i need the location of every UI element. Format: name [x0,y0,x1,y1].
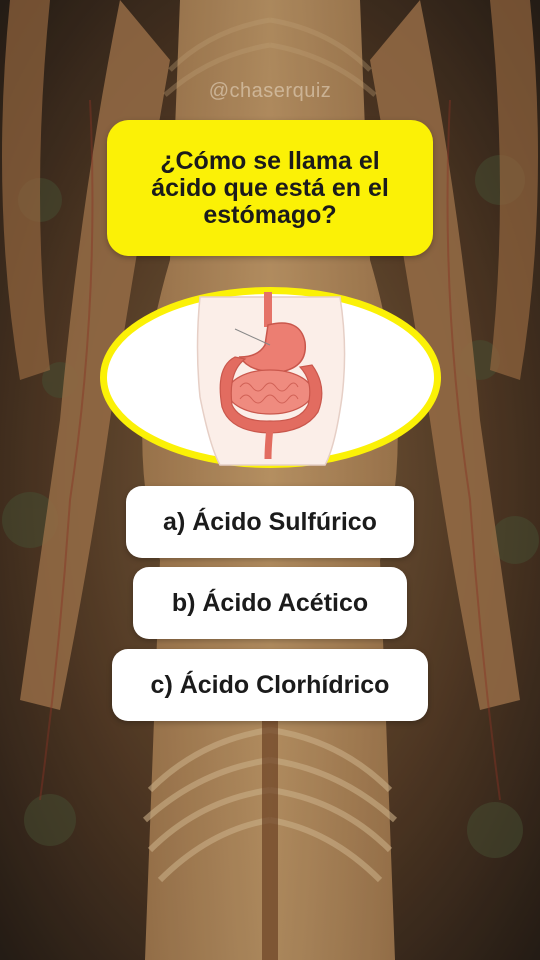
question-card: ¿Cómo se llama el ácido que está en el e… [107,120,433,256]
answer-option-c[interactable]: c) Ácido Clorhídrico [112,649,428,721]
answer-option-c-label: c) Ácido Clorhídrico [150,670,390,699]
stomach-illustration-icon [100,287,441,468]
answer-option-a[interactable]: a) Ácido Sulfúrico [126,486,414,558]
question-text: ¿Cómo se llama el ácido que está en el e… [151,146,389,229]
watermark-handle: @chaserquiz [208,80,332,102]
answer-option-b-label: b) Ácido Acético [171,588,369,617]
answer-option-a-label: a) Ácido Sulfúrico [163,507,377,536]
answer-option-b[interactable]: b) Ácido Acético [133,567,407,639]
